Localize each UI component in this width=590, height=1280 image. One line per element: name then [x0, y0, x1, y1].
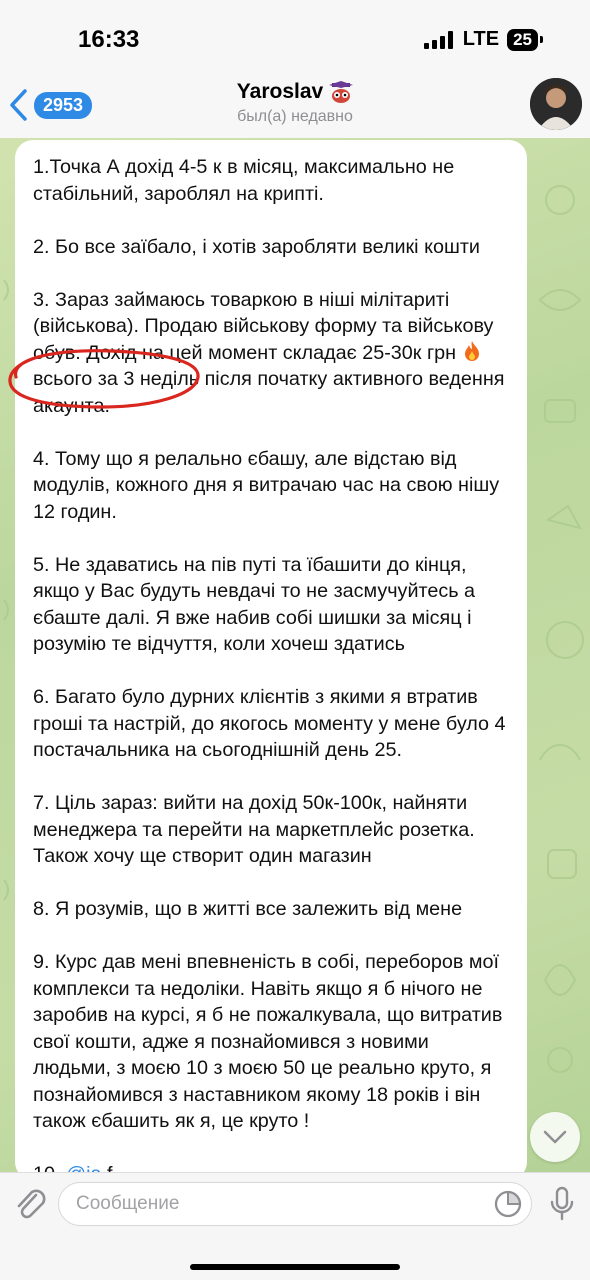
chevron-down-icon [543, 1130, 567, 1144]
sticker-icon[interactable] [494, 1190, 522, 1218]
message-paragraph: 5. Не здаватись на пів путі та їбашити д… [33, 553, 476, 656]
microphone-icon[interactable] [549, 1186, 575, 1222]
message-paragraph: 1.Точка А дохід 4-5 к в місяц, максималь… [33, 156, 455, 205]
fire-emoji-icon [464, 340, 479, 361]
status-icons: LTE 25 [423, 28, 543, 51]
message-paragraph: 9. Курс дав мені впевненість в собі, пер… [33, 951, 503, 1132]
message-paragraph: 2. Бо все заїбало, і хотів заробляти вел… [33, 235, 480, 258]
paragraph-text: 3. Зараз займаюсь товаркою в ніші міліта… [33, 288, 494, 364]
message-paragraph: 8. Я розумів, що в житті все залежить ві… [33, 898, 463, 920]
chat-name: Yaroslav [236, 80, 324, 103]
message-paragraph: 7. Ціль зараз: вийти на дохід 50к-100к, … [33, 792, 475, 867]
chat-last-seen: был(а) недавно [237, 108, 353, 125]
message-paragraph: 4. Тому що я релально єбашу, але відстаю… [33, 447, 500, 523]
avatar[interactable] [530, 78, 582, 130]
graduation-owl-emoji-icon [329, 81, 354, 103]
message-paragraph: 6. Багато було дурних клієнтів з якими я… [33, 686, 506, 761]
scroll-down-button[interactable] [530, 1112, 580, 1162]
cellular-signal-icon [423, 30, 453, 49]
message-paragraph: 3. Зараз займаюсь товаркою в ніші міліта… [33, 287, 509, 420]
message-input[interactable] [58, 1182, 532, 1226]
chat-header: 16:33 LTE 25 2953 Yaroslav был(а) недавн… [0, 0, 590, 138]
user-photo [530, 78, 582, 130]
battery-indicator: 25 [507, 28, 543, 51]
network-type: LTE [462, 28, 500, 50]
chat-title-area[interactable]: Yaroslav был(а) недавно [0, 80, 590, 126]
message-bubble[interactable]: 1.Точка А дохід 4-5 к в місяц, максималь… [15, 140, 527, 1185]
paperclip-icon[interactable] [12, 1185, 48, 1225]
status-time: 16:33 [78, 26, 140, 53]
paragraph-text-tail: всього за 3 неділь після початку активно… [33, 368, 505, 417]
home-indicator[interactable] [190, 1264, 400, 1270]
chat-name-row: Yaroslav [236, 80, 354, 104]
